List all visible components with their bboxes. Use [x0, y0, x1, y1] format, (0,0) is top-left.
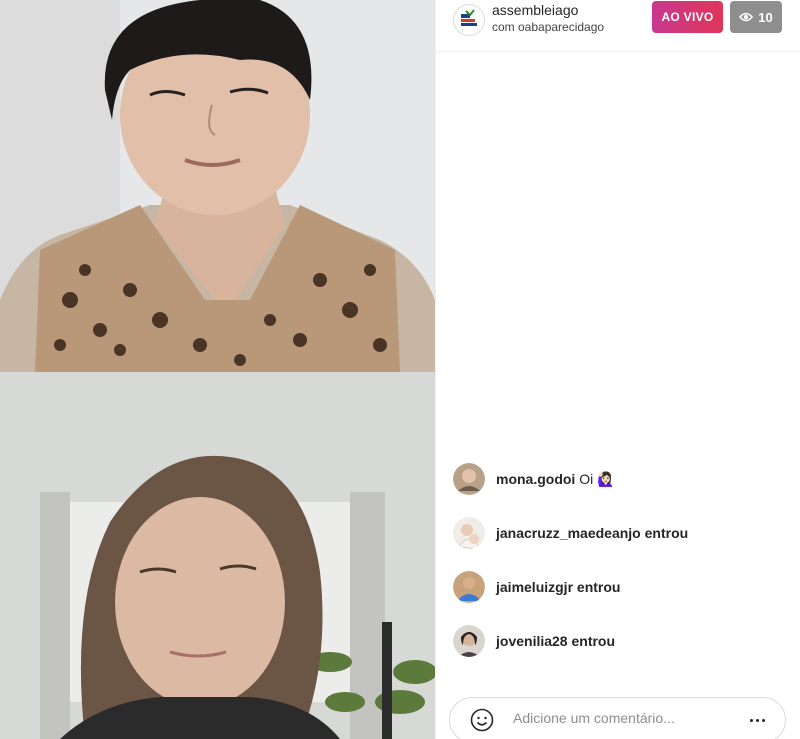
guest-video-image [0, 372, 435, 739]
commenter-avatar[interactable] [453, 463, 485, 495]
comment-text: jaimeluizgjr entrou [496, 579, 620, 595]
host-video-feed [0, 0, 435, 372]
comment-text: jovenilia28 entrou [496, 633, 615, 649]
comment-item: jaimeluizgjr entrou [453, 570, 620, 604]
live-side-panel: assembleiago com oabaparecidago AO VIVO … [435, 0, 800, 739]
commenter-avatar[interactable] [453, 625, 485, 657]
comment-message: Oi 🙋🏻‍♀️ [579, 470, 615, 487]
comment-action: entrou [644, 525, 689, 541]
ellipsis-icon [755, 718, 759, 722]
host-video-image [0, 0, 435, 372]
commenter-avatar[interactable] [453, 571, 485, 603]
comment-username[interactable]: mona.godoi [496, 471, 575, 487]
more-options-button[interactable] [745, 708, 769, 732]
comment-input[interactable] [513, 710, 723, 726]
comment-text: mona.godoi Oi 🙋🏻‍♀️ [496, 471, 615, 488]
viewer-count: 10 [758, 9, 773, 25]
comment-action: entrou [571, 633, 616, 649]
guest-video-feed [0, 372, 435, 739]
comment-username[interactable]: jaimeluizgjr [496, 579, 573, 595]
eye-icon [739, 12, 754, 22]
comment-composer [449, 697, 786, 739]
commenter-avatar[interactable] [453, 517, 485, 549]
smiley-icon [470, 708, 494, 732]
live-badge: AO VIVO [652, 1, 723, 33]
live-video-area [0, 0, 435, 739]
comment-item: janacruzz_maedeanjo entrou [453, 516, 688, 550]
comment-text: janacruzz_maedeanjo entrou [496, 525, 688, 541]
host-logo-icon [455, 6, 484, 35]
live-header: assembleiago com oabaparecidago AO VIVO … [436, 0, 800, 52]
host-avatar[interactable] [453, 4, 485, 36]
comment-action: entrou [576, 579, 621, 595]
comment-item: jovenilia28 entrou [453, 624, 615, 658]
ellipsis-icon [749, 718, 753, 722]
ellipsis-icon [761, 718, 765, 722]
comment-username[interactable]: jovenilia28 [496, 633, 568, 649]
comment-item: mona.godoi Oi 🙋🏻‍♀️ [453, 462, 615, 496]
emoji-button[interactable] [470, 708, 494, 732]
host-username[interactable]: assembleiago [492, 2, 578, 18]
host-subtitle[interactable]: com oabaparecidago [492, 20, 604, 34]
comment-username[interactable]: janacruzz_maedeanjo [496, 525, 641, 541]
viewer-count-badge[interactable]: 10 [730, 1, 782, 33]
